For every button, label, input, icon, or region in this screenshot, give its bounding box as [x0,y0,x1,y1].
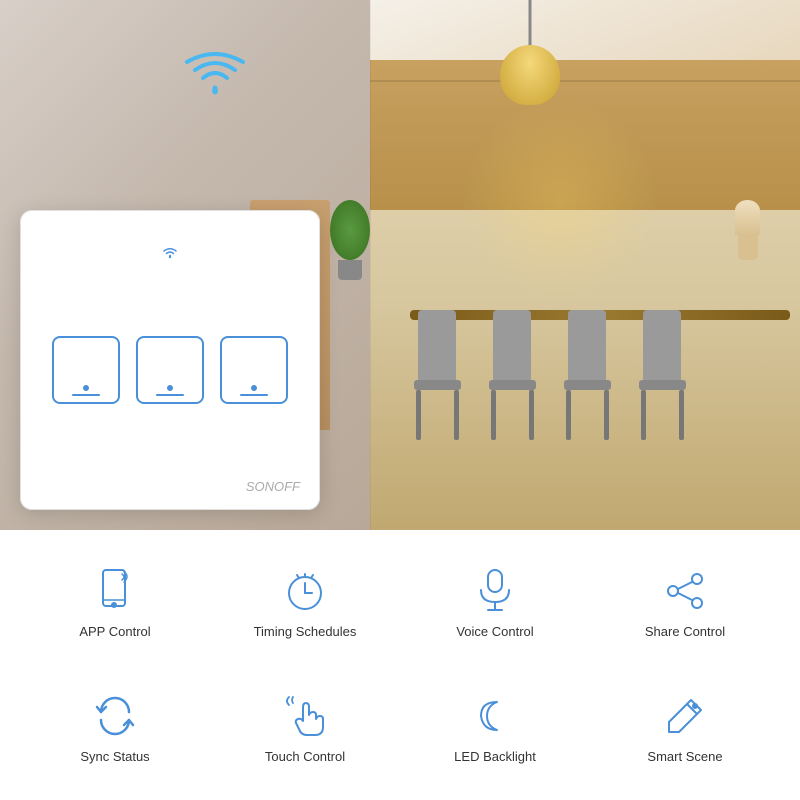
feature-sync-status[interactable]: Sync Status [20,665,210,790]
feature-app-control[interactable]: APP Control [20,540,210,665]
voice-control-icon [470,566,520,616]
feature-led-backlight[interactable]: LED Backlight [400,665,590,790]
wifi-icon-panel [161,245,179,262]
wifi-float-icon [185,50,245,110]
feature-timing-schedules[interactable]: Timing Schedules [210,540,400,665]
sonoff-brand-label: SONOFF [246,479,300,494]
sync-status-icon [90,691,140,741]
share-control-icon [660,566,710,616]
smart-scene-icon [660,691,710,741]
touch-control-icon [280,691,330,741]
plant [330,200,370,280]
led-backlight-icon [470,691,520,741]
features-grid: APP Control Timing Schedules Voice [0,530,800,800]
vase [735,200,760,260]
feature-share-control[interactable]: Share Control [590,540,780,665]
voice-control-label: Voice Control [456,624,533,639]
kitchen-table-area [390,260,800,510]
switch-button-3[interactable] [220,336,288,404]
timing-schedules-label: Timing Schedules [254,624,357,639]
timing-schedules-icon [280,566,330,616]
touch-control-label: Touch Control [265,749,345,764]
switch-buttons-row [52,336,288,404]
share-control-label: Share Control [645,624,725,639]
sync-status-label: Sync Status [80,749,149,764]
switch-panel: SONOFF [20,210,320,510]
switch-button-1[interactable] [52,336,120,404]
hero-left-panel: SONOFF [0,0,370,530]
feature-touch-control[interactable]: Touch Control [210,665,400,790]
switch-button-2[interactable] [136,336,204,404]
hero-right-panel [370,0,800,530]
led-backlight-label: LED Backlight [454,749,536,764]
feature-smart-scene[interactable]: Smart Scene [590,665,780,790]
app-control-label: APP Control [79,624,150,639]
hero-section: SONOFF [0,0,800,530]
feature-voice-control[interactable]: Voice Control [400,540,590,665]
kitchen-lamp [500,0,560,110]
app-control-icon [90,566,140,616]
smart-scene-label: Smart Scene [647,749,722,764]
